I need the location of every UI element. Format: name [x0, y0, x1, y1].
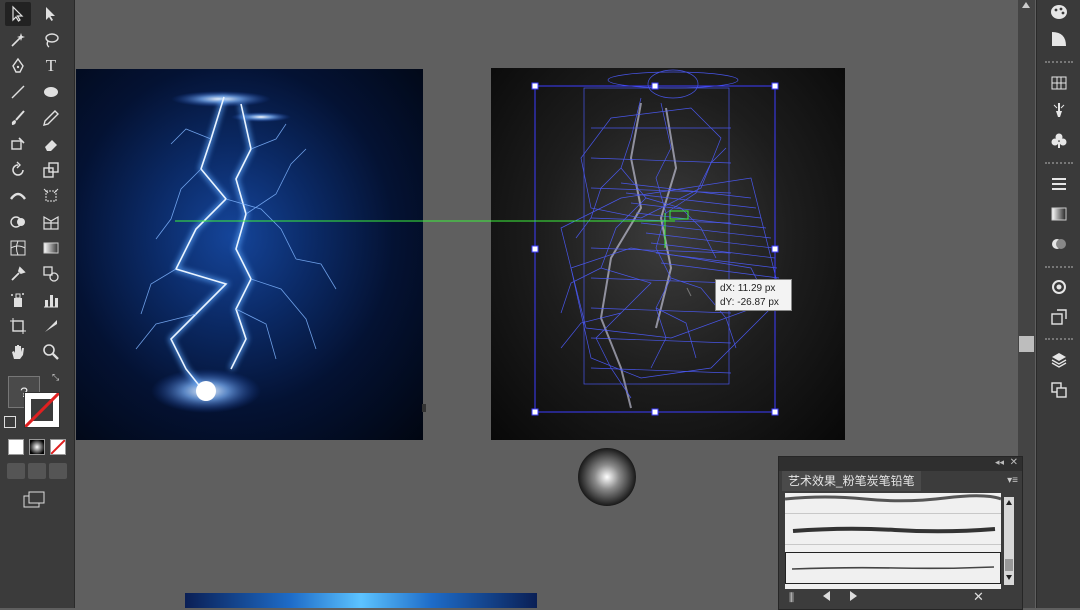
swatches-panel-icon[interactable]: [1046, 71, 1072, 95]
pencil-tool-icon[interactable]: [38, 106, 64, 130]
screen-mode-icon[interactable]: [22, 491, 46, 509]
transparency-panel-icon[interactable]: [1046, 232, 1072, 256]
width-tool-icon[interactable]: [5, 184, 31, 208]
brush-item[interactable]: [785, 514, 1001, 545]
dock-separator: [1045, 61, 1073, 64]
slice-tool-icon[interactable]: [38, 314, 64, 338]
rotate-tool-icon[interactable]: [5, 158, 31, 182]
delta-y-label: dY: -26.87 px: [720, 297, 779, 308]
gradient-bar-object[interactable]: [185, 593, 537, 608]
direct-selection-tool-icon[interactable]: [38, 2, 64, 26]
graphic-styles-panel-icon[interactable]: [1046, 305, 1072, 329]
appearance-panel-icon[interactable]: [1046, 275, 1072, 299]
fill-stroke-swatches[interactable]: ? ⤡: [4, 372, 64, 432]
collapse-panel-icon[interactable]: ◂◂: [995, 457, 1004, 468]
brush-list-up-arrow[interactable]: [1006, 500, 1012, 505]
paintbrush-tool-icon[interactable]: [5, 106, 31, 130]
artboard-tool-icon[interactable]: [5, 314, 31, 338]
brush-library-tab[interactable]: 艺术效果_粉笔炭笔铅笔: [782, 471, 921, 491]
gradient-panel-icon[interactable]: [1046, 202, 1072, 226]
zoom-tool-icon[interactable]: [38, 340, 64, 364]
tools-panel: T ⤡: [0, 0, 75, 608]
free-transform-tool-icon[interactable]: [38, 184, 64, 208]
swap-fill-stroke-icon[interactable]: ⤡: [52, 372, 59, 383]
brush-library-panel: ◂◂ ✕ 艺术效果_粉笔炭笔铅笔 ▾≡ ⫼ ✕: [778, 456, 1023, 610]
dock-separator: [1045, 162, 1073, 165]
brush-library-menu-icon[interactable]: ⫼: [789, 592, 794, 605]
gradient-tool-icon[interactable]: [38, 236, 64, 260]
shape-builder-tool-icon[interactable]: [5, 210, 31, 234]
layers-panel-icon[interactable]: [1046, 348, 1072, 372]
stroke-swatch[interactable]: [24, 392, 60, 428]
selection-tool-icon[interactable]: [5, 2, 31, 26]
next-library-icon[interactable]: [850, 591, 857, 601]
draw-behind-icon[interactable]: [28, 463, 46, 479]
symbols-panel-icon[interactable]: [1046, 128, 1072, 152]
scroll-up-arrow[interactable]: [1022, 2, 1030, 8]
ellipse-tool-icon[interactable]: [38, 80, 64, 104]
gradient-mode-button[interactable]: [29, 439, 45, 455]
color-guide-icon[interactable]: [1046, 27, 1072, 51]
dock-separator: [1045, 266, 1073, 269]
brush-list-down-arrow[interactable]: [1006, 575, 1012, 580]
panel-title-bar[interactable]: ◂◂ ✕: [779, 457, 1022, 471]
delta-x-label: dX: 11.29 px: [720, 283, 776, 294]
brush-list-thumb[interactable]: [1005, 559, 1013, 571]
type-tool-icon[interactable]: T: [38, 54, 64, 78]
brush-item[interactable]: [784, 493, 1002, 514]
type-tool-glyph: T: [45, 56, 57, 75]
dock-separator: [1045, 338, 1073, 341]
eraser-tool-icon[interactable]: [38, 132, 64, 156]
scale-tool-icon[interactable]: [38, 158, 64, 182]
blend-tool-icon[interactable]: [38, 262, 64, 286]
scroll-thumb[interactable]: [1019, 336, 1034, 352]
remove-brush-stroke-icon[interactable]: ✕: [973, 589, 984, 605]
gradient-circle-object[interactable]: [578, 448, 636, 506]
line-tool-icon[interactable]: [5, 80, 31, 104]
brush-list-scrollbar[interactable]: [1004, 497, 1014, 585]
close-panel-icon[interactable]: ✕: [1010, 457, 1018, 468]
move-delta-tooltip: dX: 11.29 px dY: -26.87 px: [715, 279, 792, 311]
hand-tool-icon[interactable]: [5, 340, 31, 364]
perspective-grid-tool-icon[interactable]: [38, 210, 64, 234]
brushes-panel-icon[interactable]: [1046, 98, 1072, 122]
eyedropper-tool-icon[interactable]: [5, 262, 31, 286]
pen-tool-icon[interactable]: [5, 54, 31, 78]
magic-wand-tool-icon[interactable]: [5, 28, 31, 52]
none-mode-button[interactable]: [50, 439, 66, 455]
brush-item-selected[interactable]: [785, 552, 1001, 584]
lasso-tool-icon[interactable]: [38, 28, 64, 52]
color-panel-icon[interactable]: [1046, 0, 1072, 24]
shaper-tool-icon[interactable]: [5, 132, 31, 156]
mesh-tool-icon[interactable]: [5, 236, 31, 260]
draw-inside-icon[interactable]: [49, 463, 67, 479]
stroke-panel-icon[interactable]: [1046, 172, 1072, 196]
right-panel-dock: [1036, 0, 1080, 608]
panel-menu-icon[interactable]: ▾≡: [1007, 475, 1018, 486]
draw-normal-icon[interactable]: [7, 463, 25, 479]
default-fill-stroke-icon[interactable]: [4, 416, 16, 428]
color-mode-button[interactable]: [8, 439, 24, 455]
symbol-sprayer-tool-icon[interactable]: [5, 288, 31, 312]
brush-list: [784, 493, 1002, 589]
column-graph-tool-icon[interactable]: [38, 288, 64, 312]
artboards-panel-icon[interactable]: [1046, 378, 1072, 402]
previous-library-icon[interactable]: [823, 591, 830, 601]
